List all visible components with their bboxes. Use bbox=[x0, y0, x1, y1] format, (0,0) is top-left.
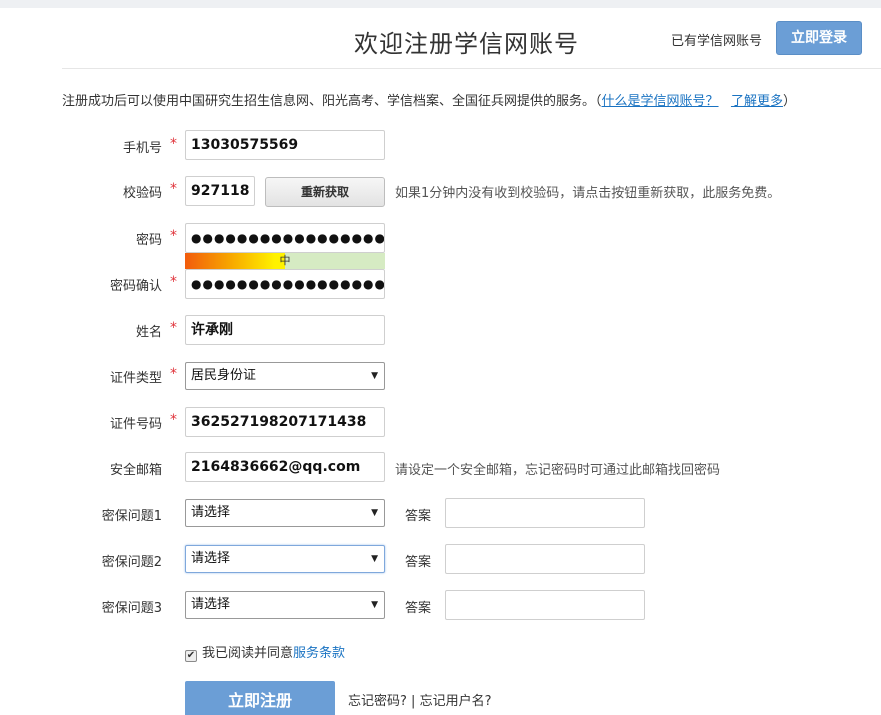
security-question-3-select[interactable]: 请选择 ▼ bbox=[185, 591, 385, 619]
email-label: 安全邮箱 bbox=[109, 463, 162, 478]
have-account-text: 已有学信网账号 bbox=[671, 34, 763, 49]
code-hint: 如果1分钟内没有收到校验码，请点击按钮重新获取，此服务免费。 bbox=[395, 186, 781, 201]
answer-2-label: 答案 bbox=[405, 555, 432, 570]
register-button[interactable]: 立即注册 bbox=[185, 681, 335, 715]
required-mark: * bbox=[170, 228, 177, 244]
security-question-3-label: 密保问题3 bbox=[101, 601, 162, 616]
what-is-account-link[interactable]: 什么是学信网账号？ bbox=[602, 94, 719, 109]
answer-3-label: 答案 bbox=[405, 601, 432, 616]
answer-2-input[interactable] bbox=[445, 544, 645, 574]
required-mark: * bbox=[170, 412, 177, 428]
required-mark: * bbox=[170, 181, 177, 197]
terms-link[interactable]: 服务条款 bbox=[293, 646, 345, 661]
agreement-row: ✔ 我已阅读并同意服务条款 bbox=[185, 642, 345, 662]
agree-checkbox[interactable]: ✔ bbox=[185, 650, 197, 662]
id-type-select[interactable]: 居民身份证 ▼ bbox=[185, 362, 385, 390]
forgot-password-link[interactable]: 忘记密码? bbox=[348, 694, 407, 709]
chevron-down-icon: ▼ bbox=[371, 371, 378, 381]
agreement-text: 我已阅读并同意 bbox=[202, 646, 294, 661]
login-button[interactable]: 立即登录 bbox=[776, 21, 862, 55]
security-question-1-label: 密保问题1 bbox=[101, 509, 162, 524]
security-question-2-value: 请选择 bbox=[191, 551, 231, 566]
name-label: 姓名 bbox=[135, 325, 162, 340]
required-mark: * bbox=[170, 320, 177, 336]
top-strip bbox=[0, 0, 881, 8]
password-strength-meter: 中 bbox=[185, 253, 385, 269]
id-number-label: 证件号码 bbox=[109, 417, 162, 432]
chevron-down-icon: ▼ bbox=[371, 508, 378, 518]
forgot-separator: | bbox=[406, 694, 420, 709]
forgot-links: 忘记密码? | 忘记用户名? bbox=[348, 690, 491, 709]
security-question-3-value: 请选择 bbox=[191, 597, 231, 612]
security-question-2-label: 密保问题2 bbox=[101, 555, 162, 570]
intro-close: ） bbox=[782, 94, 796, 109]
strength-label: 中 bbox=[279, 254, 291, 267]
intro-text: 注册成功后可以使用中国研究生招生信息网、阳光高考、学信档案、全国征兵网提供的服务… bbox=[62, 94, 602, 109]
security-question-1-select[interactable]: 请选择 ▼ bbox=[185, 499, 385, 527]
required-mark: * bbox=[170, 366, 177, 382]
password-input[interactable]: ●●●●●●●●●●●●●●●●●● bbox=[185, 223, 385, 253]
answer-3-input[interactable] bbox=[445, 590, 645, 620]
security-question-2-select[interactable]: 请选择 ▼ bbox=[185, 545, 385, 573]
required-mark: * bbox=[170, 136, 177, 152]
chevron-down-icon: ▼ bbox=[371, 554, 378, 564]
code-label: 校验码 bbox=[122, 186, 162, 201]
answer-1-input[interactable] bbox=[445, 498, 645, 528]
learn-more-link[interactable]: 了解更多 bbox=[731, 94, 783, 109]
security-question-1-value: 请选择 bbox=[191, 505, 231, 520]
code-input[interactable]: 927118 bbox=[185, 176, 255, 206]
id-number-input[interactable]: 362527198207171438 bbox=[185, 407, 385, 437]
header-divider bbox=[62, 68, 881, 69]
intro-line: 注册成功后可以使用中国研究生招生信息网、阳光高考、学信档案、全国征兵网提供的服务… bbox=[62, 90, 796, 109]
forgot-username-link[interactable]: 忘记用户名? bbox=[420, 694, 492, 709]
chevron-down-icon: ▼ bbox=[371, 600, 378, 610]
phone-input[interactable]: 13030575569 bbox=[185, 130, 385, 160]
email-input[interactable]: 2164836662@qq.com bbox=[185, 452, 385, 482]
id-type-value: 居民身份证 bbox=[191, 368, 257, 383]
password-label: 密码 bbox=[135, 233, 162, 248]
resend-code-button[interactable]: 重新获取 bbox=[265, 177, 385, 207]
phone-label: 手机号 bbox=[122, 141, 162, 156]
name-input[interactable]: 许承刚 bbox=[185, 315, 385, 345]
password-confirm-input[interactable]: ●●●●●●●●●●●●●●●●●● bbox=[185, 269, 385, 299]
email-hint: 请设定一个安全邮箱，忘记密码时可通过此邮箱找回密码 bbox=[395, 463, 721, 478]
answer-1-label: 答案 bbox=[405, 509, 432, 524]
required-mark: * bbox=[170, 274, 177, 290]
password-confirm-label: 密码确认 bbox=[109, 279, 162, 294]
id-type-label: 证件类型 bbox=[109, 371, 162, 386]
page-title: 欢迎注册学信网账号 bbox=[354, 30, 579, 58]
